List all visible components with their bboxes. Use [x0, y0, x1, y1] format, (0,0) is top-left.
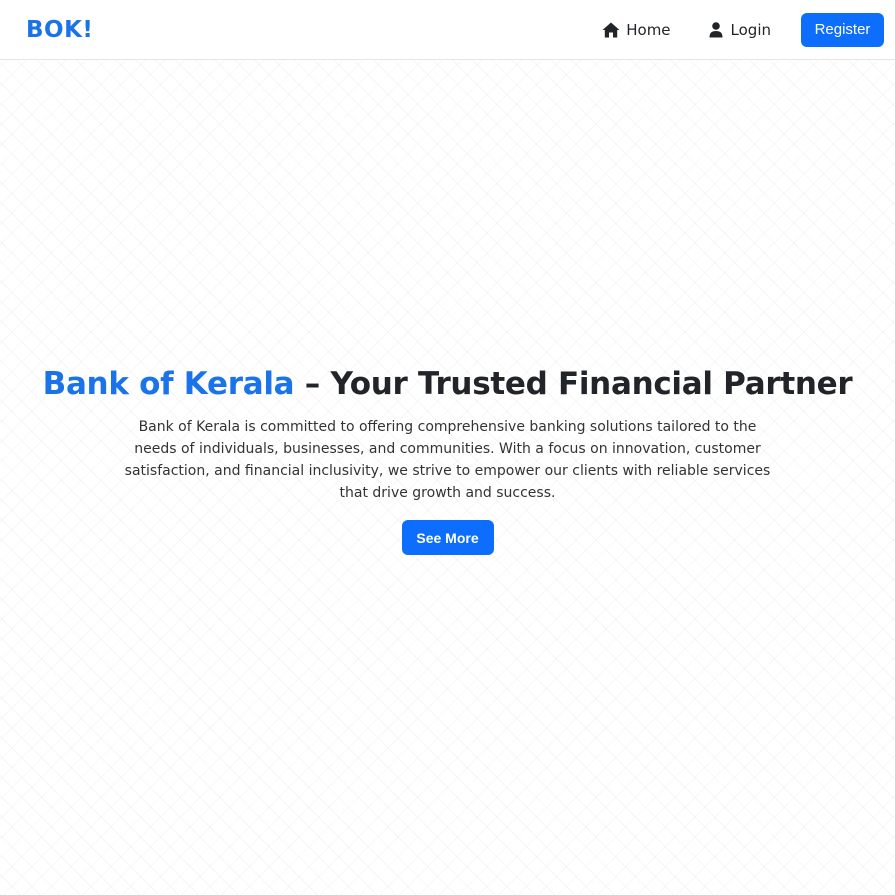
- hero-title: Bank of Kerala – Your Trusted Financial …: [0, 362, 895, 406]
- hero-content: Bank of Kerala – Your Trusted Financial …: [0, 362, 895, 555]
- nav-link-login-label: Login: [730, 20, 771, 39]
- nav-link-home-label: Home: [626, 20, 671, 39]
- hero-title-rest: – Your Trusted Financial Partner: [294, 366, 853, 402]
- hero-section: Bank of Kerala – Your Trusted Financial …: [0, 60, 895, 895]
- nav-link-home[interactable]: Home: [602, 20, 671, 39]
- hero-title-accent: Bank of Kerala: [42, 366, 295, 402]
- home-icon: [602, 21, 620, 39]
- see-more-button[interactable]: See More: [401, 520, 494, 555]
- navbar: BOK! Home Login Register: [0, 0, 895, 60]
- nav-links: Home Login Register: [602, 12, 884, 47]
- hero-description: Bank of Kerala is committed to offering …: [124, 419, 771, 501]
- register-button[interactable]: Register: [801, 12, 884, 47]
- brand-logo[interactable]: BOK!: [26, 17, 93, 43]
- user-icon: [707, 21, 725, 39]
- nav-link-login[interactable]: Login: [707, 21, 771, 39]
